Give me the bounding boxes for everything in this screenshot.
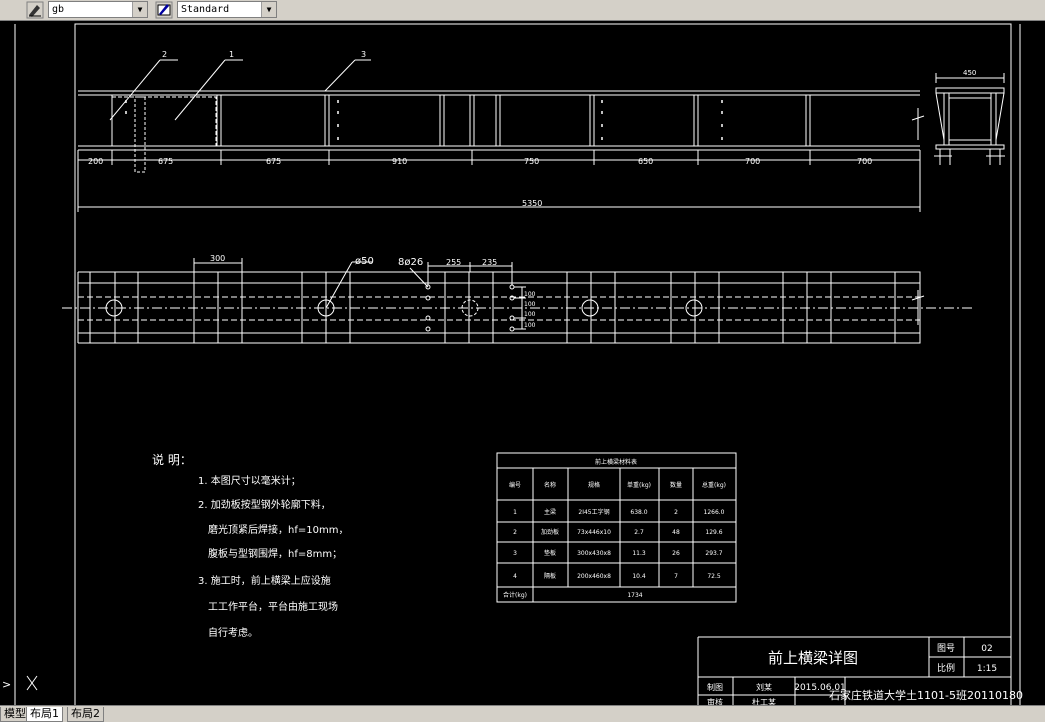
- bolt-label: 8ø26: [398, 257, 423, 268]
- table-header: 名称: [544, 481, 556, 489]
- dim-label: 255: [446, 258, 461, 267]
- dim-label: 100: [524, 301, 536, 308]
- note-line: 磨光顶紧后焊接，hf=10mm，: [208, 523, 348, 536]
- dim-label: 750: [524, 157, 539, 166]
- table-style-value: Standard: [181, 4, 230, 15]
- tab-layout1[interactable]: 布局1: [26, 707, 63, 722]
- ucs-icon: [26, 675, 38, 691]
- table-header: 规格: [588, 481, 600, 489]
- designer-label: 制图: [707, 682, 723, 692]
- table-cell: 3: [513, 550, 517, 557]
- beam-plan: [62, 258, 975, 344]
- table-cell: 2: [674, 509, 678, 516]
- scale: 1:15: [977, 664, 997, 674]
- chevron-down-icon[interactable]: ▼: [132, 2, 147, 17]
- table-cell: 48: [672, 529, 680, 536]
- table-cell: 73x446x10: [577, 529, 611, 536]
- style-toolbar: gb ▼ Standard ▼: [0, 0, 1045, 21]
- table-cell: 主梁: [544, 508, 556, 516]
- table-cell: 4: [513, 573, 517, 580]
- layout-tabs: 模型 布局1 布局2: [0, 705, 1045, 722]
- note-line: 自行考虑。: [208, 626, 258, 639]
- total-dim-label: 5350: [522, 199, 542, 208]
- callout-2: 2: [162, 50, 167, 59]
- table-cell: 2.7: [634, 529, 644, 536]
- dim-label: 675: [266, 157, 281, 166]
- material-table: 前上横梁材料表 编号 名称 规格 单重(kg) 数量 总重(kg) 1 主梁 2…: [496, 452, 737, 603]
- drawing-canvas[interactable]: 2 1 3 200 675 675 910 750 650 700 700 53…: [0, 21, 1045, 707]
- dim-label: 700: [857, 157, 872, 166]
- callout-3: 3: [361, 50, 366, 59]
- dim-label: 235: [482, 258, 497, 267]
- note-line: 工工作平台，平台由施工现场: [208, 600, 338, 613]
- table-cell: 300x430x8: [577, 550, 611, 557]
- table-cell: 加劲板: [541, 528, 559, 536]
- dim-label: 300: [210, 254, 225, 263]
- table-cell: 26: [672, 550, 680, 557]
- dim-label: 700: [745, 157, 760, 166]
- table-cell: 1266.0: [704, 509, 725, 516]
- table-cell: 72.5: [707, 573, 721, 580]
- beam-section: [934, 73, 1005, 165]
- table-title: 前上横梁材料表: [595, 458, 637, 466]
- scale-label: 比例: [937, 662, 955, 674]
- table-total-value: 1734: [627, 592, 642, 599]
- text-style-select[interactable]: gb ▼: [48, 1, 148, 18]
- table-cell: 10.4: [632, 573, 646, 580]
- elevation-labels: 2 1 3 200 675 675 910 750 650 700 700 53…: [88, 50, 872, 208]
- notes: 说 明： 1. 本图尺寸以毫米计； 2. 加劲板按型钢外轮廓下料， 磨光顶紧后焊…: [152, 452, 348, 639]
- table-header: 单重(kg): [627, 481, 651, 489]
- plan-labels: 300 ø50 8ø26 255 235 100 100 100 100: [210, 254, 536, 329]
- note-line: 腹板与型钢围焊，hf=8mm；: [208, 547, 342, 560]
- tab-layout2[interactable]: 布局2: [67, 707, 104, 722]
- hole-label: ø50: [355, 256, 374, 267]
- checker: 杜工某: [752, 697, 776, 705]
- table-cell: 129.6: [705, 529, 722, 536]
- school: 石家庄铁道大学土1101-5班20110180: [829, 688, 1023, 702]
- table-cell: 1: [513, 509, 517, 516]
- fig-no-label: 图号: [937, 643, 955, 654]
- table-cell: 隔板: [544, 572, 556, 580]
- dim-label: 100: [524, 322, 536, 329]
- table-cell: 2I45工字钢: [578, 508, 609, 516]
- table-header: 数量: [670, 481, 682, 489]
- table-cell: 293.7: [705, 550, 722, 557]
- designer: 刘某: [756, 682, 772, 692]
- notes-title: 说 明：: [152, 452, 192, 467]
- dim-label: 100: [524, 291, 536, 298]
- command-prompt: >: [2, 678, 11, 691]
- note-line: 3. 施工时，前上横梁上应设施: [198, 574, 331, 587]
- callout-1: 1: [229, 50, 234, 59]
- note-line: 2. 加劲板按型钢外轮廓下料，: [198, 498, 331, 511]
- dim-label: 100: [524, 311, 536, 318]
- note-line: 1. 本图尺寸以毫米计；: [198, 474, 301, 487]
- dim-label: 675: [158, 157, 173, 166]
- table-header: 编号: [509, 481, 521, 489]
- dim-label: 650: [638, 157, 653, 166]
- table-cell: 垫板: [544, 549, 556, 557]
- dim-label: 910: [392, 157, 407, 166]
- drawing-name: 前上横梁详图: [768, 649, 858, 667]
- cad-drawing: 2 1 3 200 675 675 910 750 650 700 700 53…: [2, 23, 1023, 707]
- section-dim-label: 450: [963, 69, 976, 77]
- table-total-label: 合计(kg): [503, 591, 527, 599]
- dim-label: 200: [88, 157, 103, 166]
- table-cell: 11.3: [632, 550, 646, 557]
- title-block: 前上横梁详图 图号 02 比例 1:15 制图 刘某 2015.06.01 石家…: [697, 636, 1023, 707]
- table-cell: 7: [674, 573, 678, 580]
- table-cell: 638.0: [630, 509, 647, 516]
- text-style-icon[interactable]: [26, 1, 44, 19]
- beam-elevation: [77, 59, 925, 212]
- table-header: 总重(kg): [702, 481, 726, 489]
- table-style-select[interactable]: Standard ▼: [177, 1, 277, 18]
- text-style-value: gb: [52, 4, 65, 15]
- table-style-icon[interactable]: [155, 1, 173, 19]
- chevron-down-icon[interactable]: ▼: [261, 2, 276, 17]
- fig-no: 02: [981, 644, 992, 654]
- checker-label: 审核: [707, 697, 723, 705]
- table-cell: 200x460x8: [577, 573, 611, 580]
- table-cell: 2: [513, 529, 517, 536]
